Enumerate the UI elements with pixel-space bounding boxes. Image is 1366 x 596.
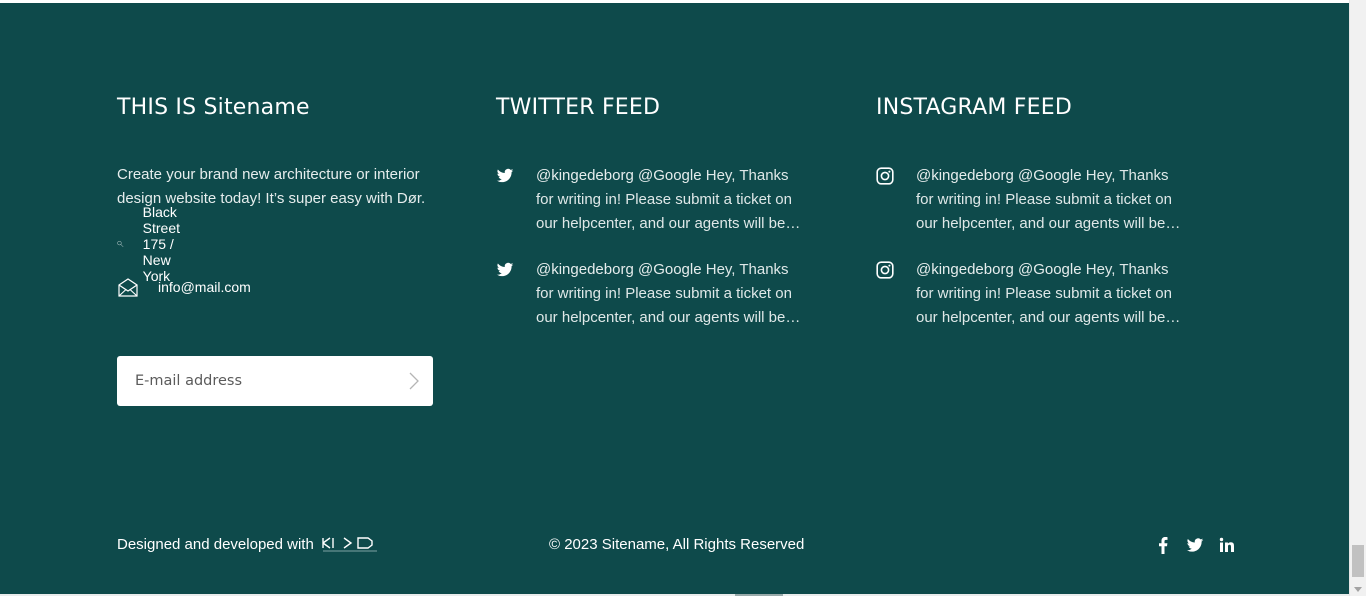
scrollbar-thumb[interactable] — [1352, 545, 1364, 577]
scroll-down-arrow-icon[interactable] — [1354, 587, 1362, 592]
twitter-bird-icon — [496, 168, 514, 183]
twitter-icon — [1186, 537, 1204, 552]
search-icon — [117, 241, 124, 248]
facebook-link[interactable] — [1154, 536, 1172, 554]
envelope-icon — [118, 278, 138, 297]
instagram-text: @kingedeborg @Google Hey, Thanks for wri… — [916, 258, 1184, 330]
instagram-feed-title: INSTAGRAM FEED — [876, 95, 1072, 120]
linkedin-link[interactable] — [1218, 536, 1236, 554]
instagram-item[interactable]: @kingedeborg @Google Hey, Thanks for wri… — [876, 164, 1196, 244]
linkedin-icon — [1219, 537, 1234, 552]
twitter-bird-icon — [496, 262, 514, 277]
copyright-text: © 2023 Sitename, All Rights Reserved — [549, 536, 805, 553]
tweet-handle[interactable]: @kingedeborg @Google — [536, 261, 702, 278]
address-text: Black Street 175 / New York — [142, 204, 181, 284]
chevron-right-icon[interactable] — [409, 372, 419, 390]
instagram-text: @kingedeborg @Google Hey, Thanks for wri… — [916, 164, 1184, 236]
address-row: Black Street 175 / New York — [117, 204, 195, 284]
instagram-item[interactable]: @kingedeborg @Google Hey, Thanks for wri… — [876, 258, 1196, 338]
twitter-link[interactable] — [1186, 536, 1204, 554]
tweet-text: @kingedeborg @Google Hey, Thanks for wri… — [536, 164, 804, 236]
site-footer: THIS IS Sitename Create your brand new a… — [0, 3, 1349, 594]
kd-logo[interactable] — [322, 535, 378, 553]
twitter-feed-title: TWITTER FEED — [496, 95, 661, 120]
newsletter-email-input[interactable] — [117, 360, 387, 402]
about-title: THIS IS Sitename — [117, 95, 310, 120]
tweet-text: @kingedeborg @Google Hey, Thanks for wri… — [536, 258, 804, 330]
instagram-handle[interactable]: @kingedeborg @Google — [916, 167, 1082, 184]
vertical-scrollbar[interactable] — [1349, 0, 1366, 596]
instagram-icon — [876, 261, 894, 279]
email-link[interactable]: info@mail.com — [158, 279, 251, 295]
email-row[interactable]: info@mail.com — [117, 275, 251, 299]
designed-by-text: Designed and developed with — [117, 535, 314, 553]
tweet-item[interactable]: @kingedeborg @Google Hey, Thanks for wri… — [496, 258, 816, 338]
social-links — [1154, 536, 1250, 554]
newsletter-form — [117, 356, 433, 406]
instagram-icon — [876, 167, 894, 185]
instagram-handle[interactable]: @kingedeborg @Google — [916, 261, 1082, 278]
designed-by: Designed and developed with — [117, 535, 378, 553]
tweet-item[interactable]: @kingedeborg @Google Hey, Thanks for wri… — [496, 164, 816, 244]
tweet-handle[interactable]: @kingedeborg @Google — [536, 167, 702, 184]
facebook-icon — [1159, 536, 1168, 554]
